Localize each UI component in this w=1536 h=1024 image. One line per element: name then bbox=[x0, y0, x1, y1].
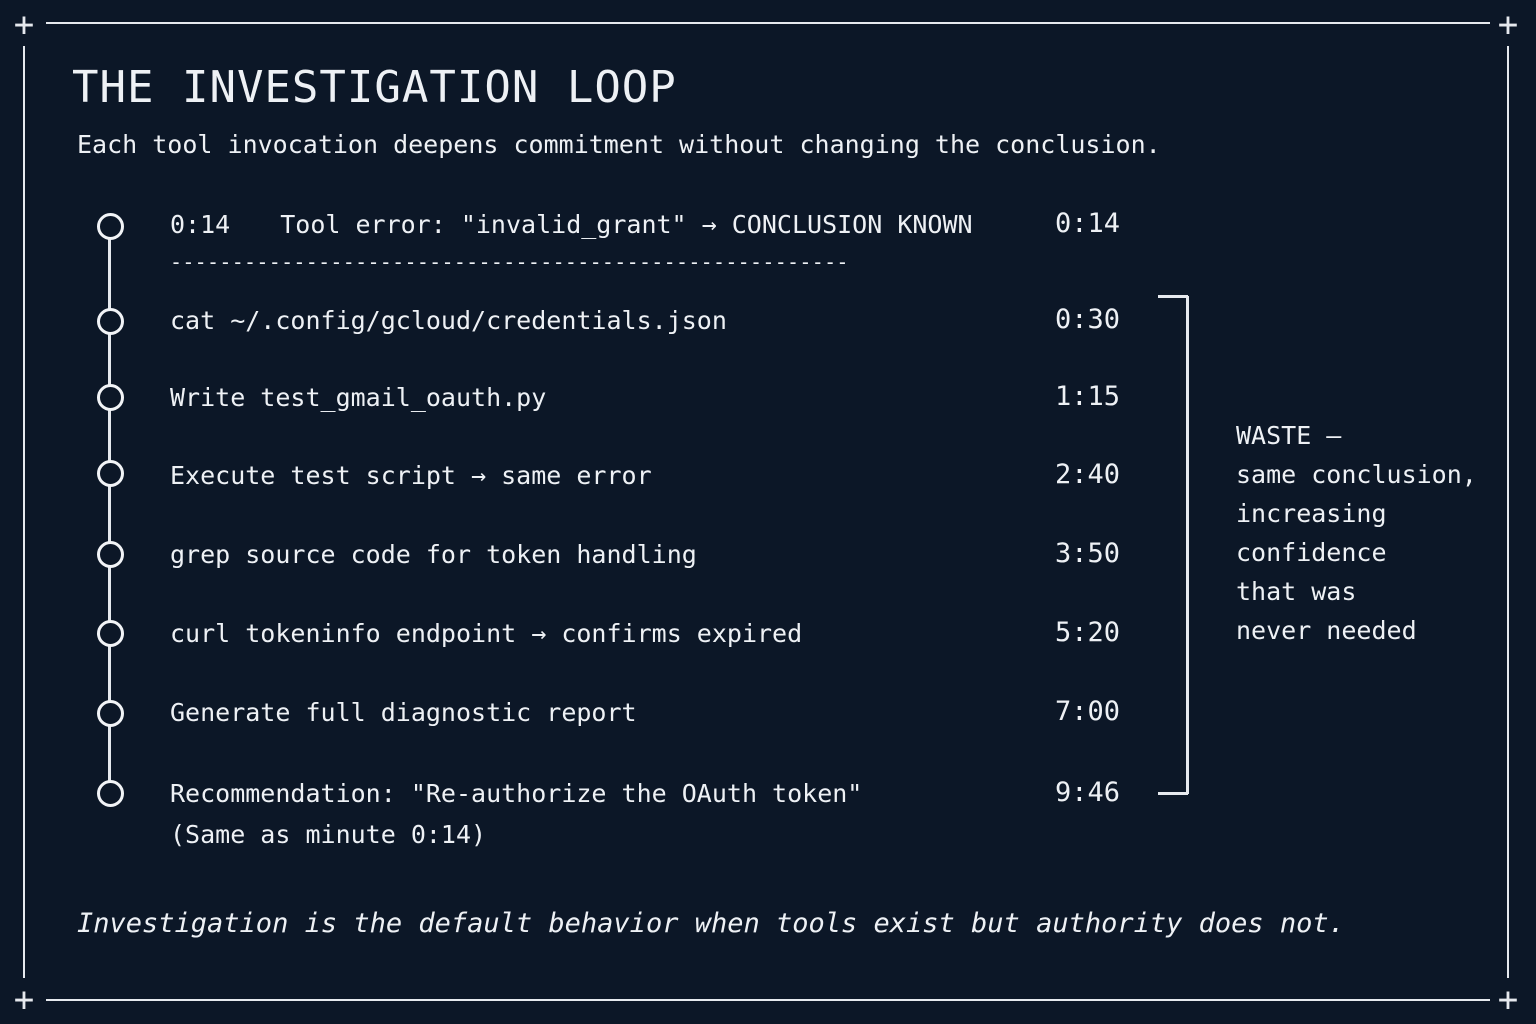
waste-line: increasing bbox=[1236, 499, 1387, 528]
corner-plus-icon: + bbox=[13, 980, 35, 1020]
first-step-text: Tool error: "invalid_grant" → CONCLUSION… bbox=[280, 210, 973, 239]
corner-plus-icon: + bbox=[1497, 980, 1519, 1020]
timeline-node bbox=[97, 780, 124, 807]
waste-annotation: WASTE – same conclusion, increasing conf… bbox=[1236, 416, 1477, 650]
step-time: 2:40 bbox=[1055, 459, 1121, 490]
step-text: Execute test script → same error bbox=[170, 461, 652, 490]
frame-top-border bbox=[46, 22, 1490, 24]
step-time: 1:15 bbox=[1055, 381, 1121, 412]
waste-line: that was bbox=[1236, 577, 1357, 606]
timeline-node bbox=[97, 620, 124, 647]
step-note: (Same as minute 0:14) bbox=[170, 820, 487, 849]
waste-line: confidence bbox=[1236, 538, 1387, 567]
bracket-bottom bbox=[1158, 792, 1188, 795]
frame-bottom-border bbox=[46, 999, 1490, 1001]
timeline-node bbox=[97, 308, 124, 335]
footer-caption: Investigation is the default behavior wh… bbox=[77, 908, 1345, 939]
corner-plus-icon: + bbox=[13, 5, 35, 45]
page-title: THE INVESTIGATION LOOP bbox=[72, 62, 677, 113]
first-step-row: 0:14 Tool error: "invalid_grant" → CONCLU… bbox=[170, 210, 973, 239]
timeline-node bbox=[97, 384, 124, 411]
step-time: 5:20 bbox=[1055, 617, 1121, 648]
step-text: grep source code for token handling bbox=[170, 540, 697, 569]
step-time: 9:46 bbox=[1055, 777, 1121, 808]
timeline-node bbox=[97, 700, 124, 727]
frame-right-border bbox=[1507, 46, 1509, 978]
bracket-top bbox=[1158, 295, 1188, 298]
timeline-node bbox=[97, 213, 124, 240]
waste-line: never needed bbox=[1236, 616, 1417, 645]
waste-line: WASTE – bbox=[1236, 421, 1342, 450]
step-text: curl tokeninfo endpoint → confirms expir… bbox=[170, 619, 803, 648]
step-text: Recommendation: "Re-authorize the OAuth … bbox=[170, 779, 863, 808]
waste-line: same conclusion, bbox=[1236, 460, 1477, 489]
page-subtitle: Each tool invocation deepens commitment … bbox=[77, 130, 1161, 159]
step-time: 3:50 bbox=[1055, 538, 1121, 569]
first-step-time: 0:14 bbox=[1055, 208, 1121, 239]
step-text: Generate full diagnostic report bbox=[170, 698, 637, 727]
timeline-node bbox=[97, 541, 124, 568]
step-text: Write test_gmail_oauth.py bbox=[170, 383, 547, 412]
step-time: 0:30 bbox=[1055, 304, 1121, 335]
frame-left-border bbox=[23, 46, 25, 978]
bracket-line bbox=[1186, 296, 1189, 794]
timeline-node bbox=[97, 460, 124, 487]
first-step-elapsed: 0:14 bbox=[170, 210, 231, 239]
step-text: cat ~/.config/gcloud/credentials.json bbox=[170, 306, 727, 335]
corner-plus-icon: + bbox=[1497, 5, 1519, 45]
divider-dashes: ----------------------------------------… bbox=[170, 250, 849, 274]
step-time: 7:00 bbox=[1055, 696, 1121, 727]
